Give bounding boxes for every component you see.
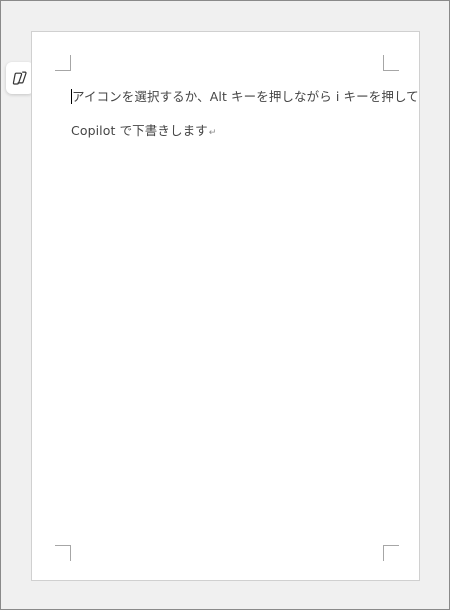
placeholder-text-2: Copilot で下書きします	[71, 123, 208, 138]
margin-corner-bottom-right	[383, 545, 399, 561]
margin-corner-bottom-left	[55, 545, 71, 561]
copilot-button[interactable]	[6, 62, 34, 94]
placeholder-text-1: アイコンを選択するか、Alt キーを押しながら i キーを押して	[72, 89, 419, 104]
copilot-icon	[12, 70, 28, 86]
document-viewport: アイコンを選択するか、Alt キーを押しながら i キーを押して Copilot…	[0, 0, 450, 610]
margin-corner-top-right	[383, 55, 399, 71]
document-body[interactable]: アイコンを選択するか、Alt キーを押しながら i キーを押して Copilot…	[71, 80, 419, 150]
document-page[interactable]: アイコンを選択するか、Alt キーを押しながら i キーを押して Copilot…	[31, 31, 420, 581]
placeholder-line-1: アイコンを選択するか、Alt キーを押しながら i キーを押して	[71, 80, 419, 114]
paragraph-mark-icon: ↵	[208, 128, 217, 138]
placeholder-line-2: Copilot で下書きします↵	[71, 114, 401, 150]
margin-corner-top-left	[55, 55, 71, 71]
